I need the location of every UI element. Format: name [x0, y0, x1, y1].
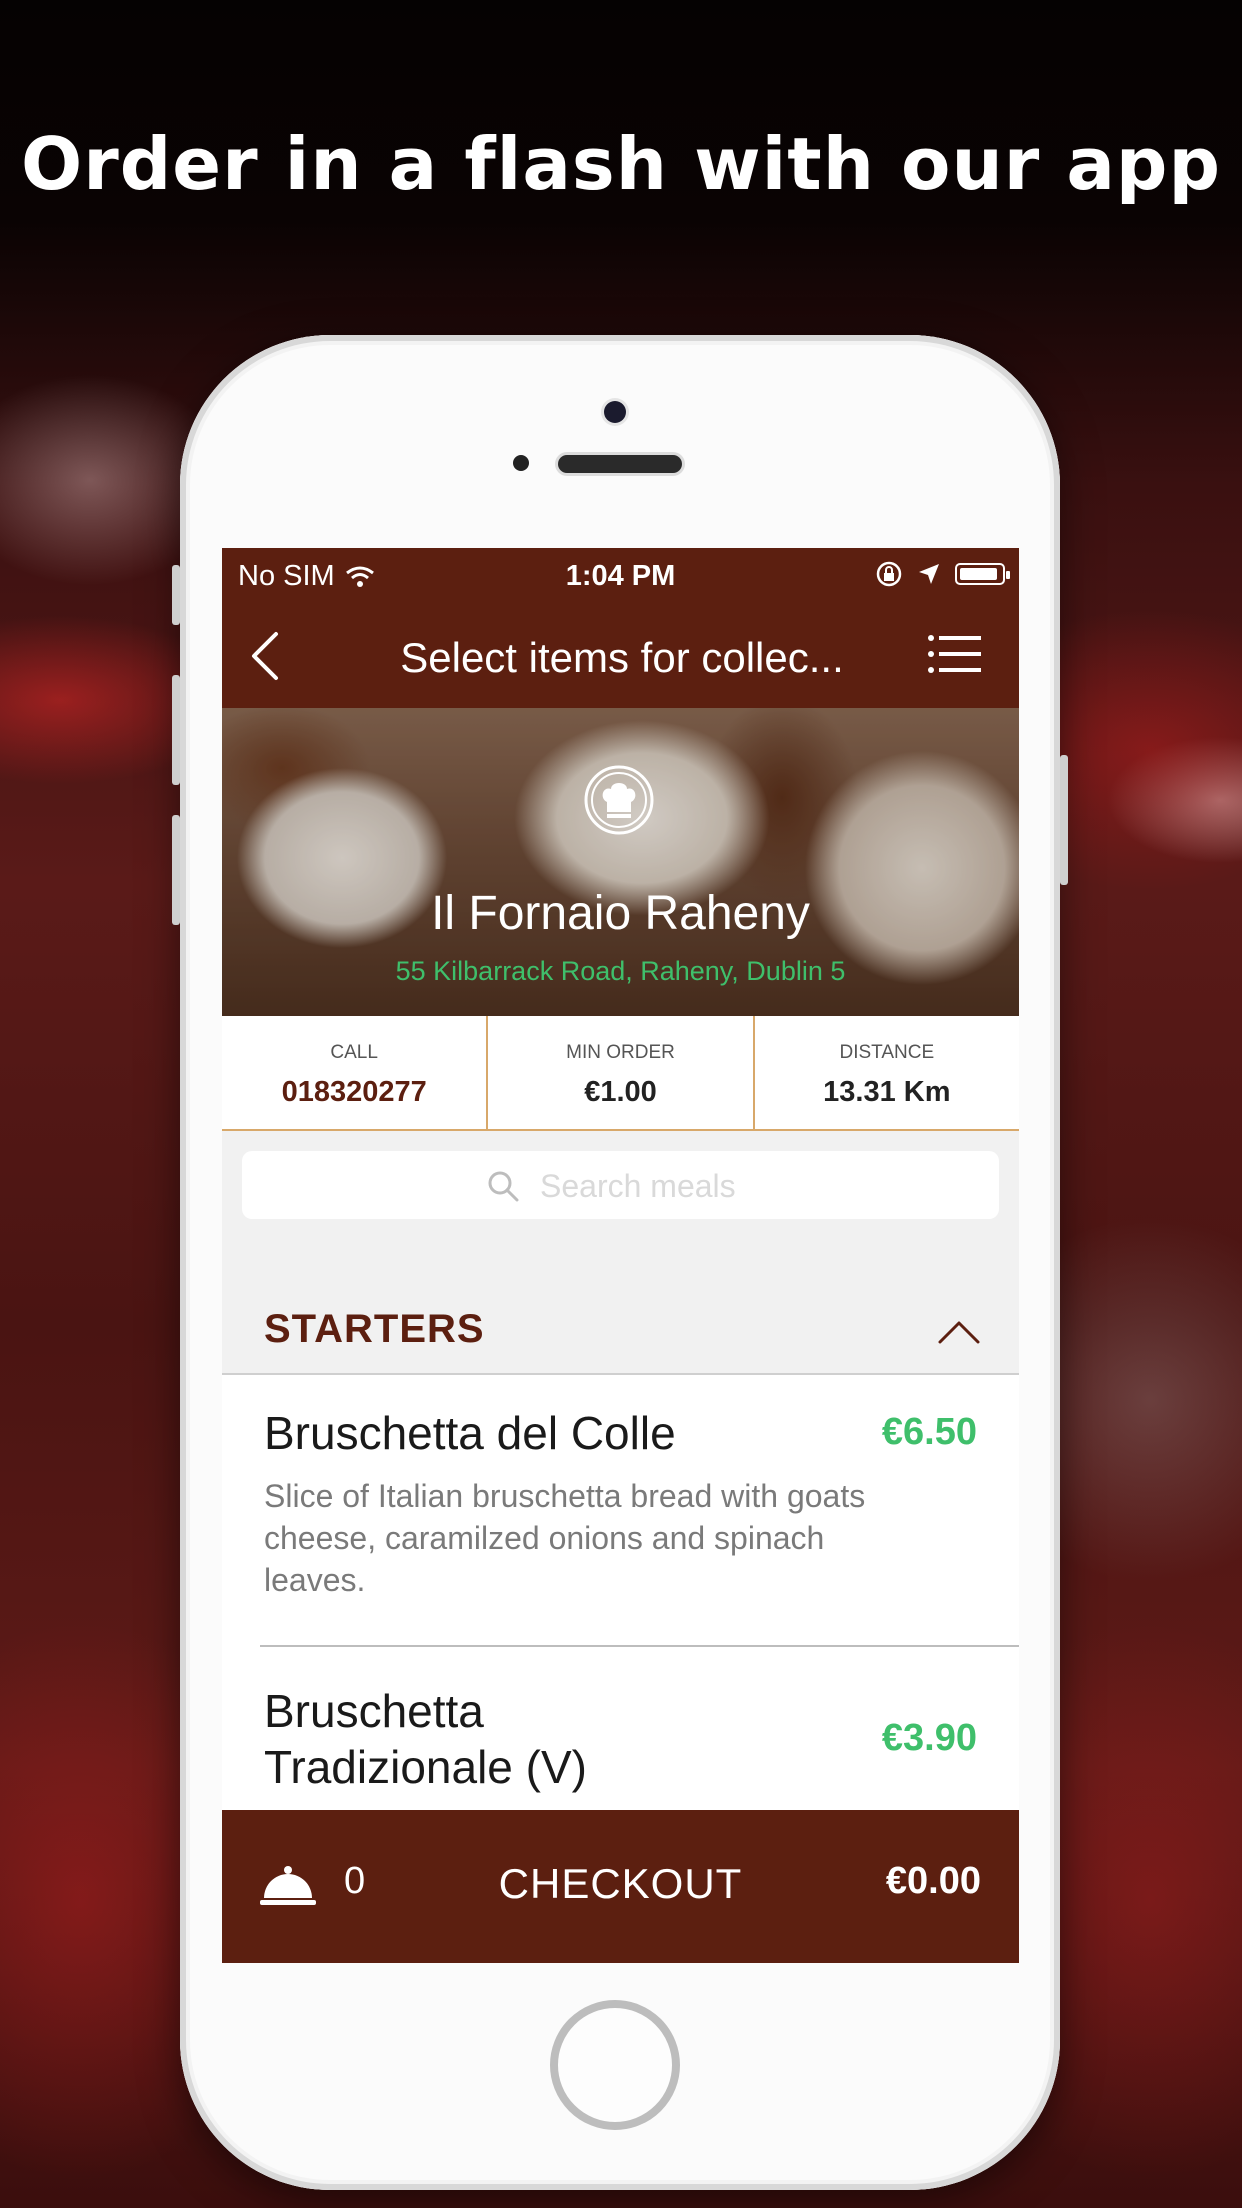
min-order-label: MIN ORDER	[566, 1042, 675, 1063]
distance-cell: DISTANCE 13.31 Km	[755, 1016, 1019, 1129]
distance-label: DISTANCE	[839, 1042, 935, 1063]
checkout-bar[interactable]: 0 CHECKOUT €0.00	[222, 1810, 1019, 1963]
status-icons	[875, 560, 1010, 588]
location-arrow-icon	[919, 564, 939, 584]
hamburger-menu-icon[interactable]	[927, 634, 983, 674]
restaurant-address: 55 Kilbarrack Road, Raheny, Dublin 5	[395, 956, 846, 986]
front-camera	[604, 401, 626, 423]
checkout-total: €0.00	[885, 1860, 981, 1902]
menu-item[interactable]: Bruschetta Tradizionale (V) €3.90	[222, 1655, 1019, 1810]
battery-icon	[955, 563, 1010, 585]
nav-bar: Select items for collec...	[222, 604, 1019, 708]
menu-item[interactable]: Bruschetta del Colle €6.50 Slice of Ital…	[222, 1375, 1019, 1655]
chevron-up-icon[interactable]	[937, 1319, 981, 1345]
call-cell[interactable]: CALL 018320277	[222, 1016, 489, 1129]
chef-hat-icon	[584, 765, 654, 835]
call-value[interactable]: 018320277	[222, 1076, 486, 1109]
search-icon	[488, 1171, 519, 1202]
section-header-starters[interactable]: STARTERS	[222, 1291, 1019, 1375]
page-title: Select items for collec...	[400, 634, 844, 681]
item-divider	[260, 1645, 1019, 1647]
menu-item-name: Bruschetta del Colle	[264, 1407, 676, 1459]
menu-item-name: Bruschetta Tradizionale (V)	[264, 1685, 587, 1793]
headline: Order in a flash with our app	[21, 122, 1221, 206]
restaurant-hero-image: Il Fornaio Raheny 55 Kilbarrack Road, Ra…	[222, 708, 1019, 1016]
menu-item-price: €6.50	[881, 1411, 977, 1453]
search-input[interactable]	[538, 1165, 962, 1207]
rotation-lock-icon	[876, 561, 902, 587]
back-chevron-icon[interactable]	[246, 628, 286, 684]
volume-up-button	[172, 675, 180, 785]
restaurant-name: Il Fornaio Raheny	[431, 887, 810, 940]
min-order-value: €1.00	[584, 1076, 657, 1108]
volume-down-button	[172, 815, 180, 925]
earpiece-speaker	[558, 455, 682, 473]
search-area	[222, 1131, 1019, 1291]
home-button[interactable]	[550, 2000, 680, 2130]
menu-item-price: €3.90	[881, 1717, 977, 1759]
call-label: CALL	[330, 1042, 378, 1063]
proximity-sensor	[513, 455, 529, 471]
app-screen: No SIM 1:04 PM Select items for collec..…	[222, 548, 1019, 1963]
status-bar: No SIM 1:04 PM	[222, 548, 1019, 604]
section-title: STARTERS	[264, 1307, 485, 1351]
power-button	[1060, 755, 1068, 885]
distance-value: 13.31 Km	[823, 1076, 951, 1108]
restaurant-info-bar: CALL 018320277 MIN ORDER €1.00 DISTANCE …	[222, 1016, 1019, 1131]
silent-switch	[172, 565, 180, 625]
menu-item-description: Slice of Italian bruschetta bread with g…	[264, 1478, 866, 1598]
min-order-cell: MIN ORDER €1.00	[488, 1016, 755, 1129]
search-box[interactable]	[242, 1151, 999, 1219]
